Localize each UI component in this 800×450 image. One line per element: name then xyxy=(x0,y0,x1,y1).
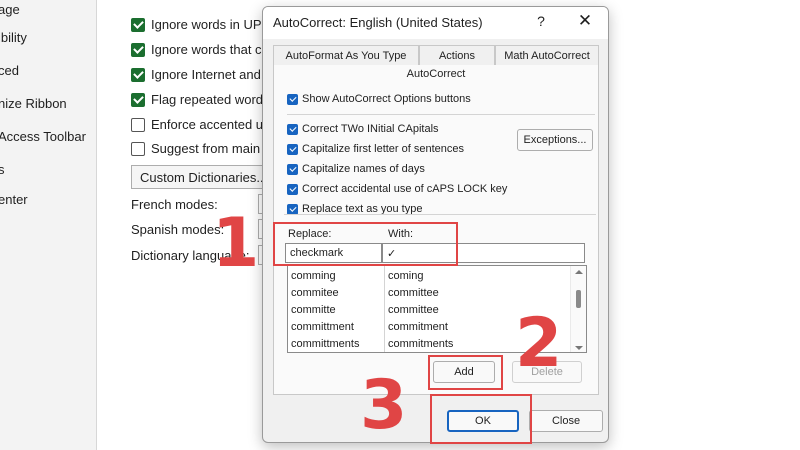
tab-autocorrect[interactable]: AutoCorrect xyxy=(273,65,599,85)
nav-item-quick-access-toolbar[interactable]: Access Toolbar xyxy=(0,129,86,144)
highlight-ok-button xyxy=(430,394,532,444)
tab-autoformat-as-you-type[interactable]: AutoFormat As You Type xyxy=(273,45,419,67)
checkbox-icon[interactable] xyxy=(131,141,145,156)
dialog-title: AutoCorrect: English (United States) xyxy=(273,15,483,30)
highlight-add-button xyxy=(428,355,503,390)
nav-item-advanced[interactable]: ced xyxy=(0,63,19,78)
dialog-titlebar: AutoCorrect: English (United States) ? ✕ xyxy=(263,7,608,39)
correct-two-initial-capitals-checkbox[interactable]: Correct TWo INitial CApitals xyxy=(287,123,439,135)
custom-dictionaries-button[interactable]: Custom Dictionaries... xyxy=(131,165,266,189)
dialog-tabs: AutoFormat As You Type Actions Math Auto… xyxy=(273,45,599,67)
checkbox-icon[interactable] xyxy=(287,123,298,135)
help-icon[interactable]: ? xyxy=(531,13,551,29)
checkbox-icon[interactable] xyxy=(131,67,145,82)
tab-math-autocorrect[interactable]: Math AutoCorrect xyxy=(495,45,599,67)
nav-item-language[interactable]: age xyxy=(0,2,20,17)
list-scrollbar[interactable] xyxy=(570,266,586,352)
scroll-down-icon[interactable] xyxy=(575,346,583,350)
list-item[interactable]: commitee committee xyxy=(288,285,571,302)
bg-option-ignore-internet[interactable]: Ignore Internet and f xyxy=(131,67,268,82)
checkbox-icon[interactable] xyxy=(287,203,298,215)
capitalize-names-of-days-checkbox[interactable]: Capitalize names of days xyxy=(287,163,425,175)
checkbox-icon[interactable] xyxy=(287,93,298,105)
tab-actions[interactable]: Actions xyxy=(419,45,495,67)
capitalize-first-letter-checkbox[interactable]: Capitalize first letter of sentences xyxy=(287,143,464,155)
bg-option-ignore-uppercase[interactable]: Ignore words in UPP xyxy=(131,17,270,32)
list-item[interactable]: comming coming xyxy=(288,268,571,285)
divider xyxy=(287,114,595,115)
show-autocorrect-options-checkbox[interactable]: Show AutoCorrect Options buttons xyxy=(287,93,471,105)
nav-item-accessibility[interactable]: ibility xyxy=(0,30,27,45)
checkbox-icon[interactable] xyxy=(131,42,145,57)
bg-option-ignore-numbers[interactable]: Ignore words that co xyxy=(131,42,269,57)
divider xyxy=(284,214,596,215)
checkbox-icon[interactable] xyxy=(287,183,298,195)
checkbox-icon[interactable] xyxy=(131,17,145,32)
nav-item-customize-ribbon[interactable]: nize Ribbon xyxy=(0,96,67,111)
exceptions-button[interactable]: Exceptions... xyxy=(517,129,593,151)
scroll-up-icon[interactable] xyxy=(575,270,583,274)
step-number-3: 3 xyxy=(360,366,408,445)
checkbox-icon[interactable] xyxy=(287,163,298,175)
scroll-thumb[interactable] xyxy=(576,290,581,308)
nav-item-trust-center[interactable]: enter xyxy=(0,192,28,207)
french-modes-label: French modes: xyxy=(131,197,218,212)
nav-item-add-ins[interactable]: s xyxy=(0,162,5,177)
highlight-replace-fields xyxy=(273,222,458,266)
step-number-1: 1 xyxy=(212,204,260,283)
bg-option-enforce-accented[interactable]: Enforce accented up xyxy=(131,117,270,132)
spanish-modes-label: Spanish modes: xyxy=(131,222,225,237)
options-left-nav: age ibility ced nize Ribbon Access Toolb… xyxy=(0,0,97,450)
close-icon[interactable]: ✕ xyxy=(575,11,595,31)
step-number-2: 2 xyxy=(515,304,563,383)
correct-caps-lock-checkbox[interactable]: Correct accidental use of cAPS LOCK key xyxy=(287,183,507,195)
close-button[interactable]: Close xyxy=(529,410,603,432)
bg-option-flag-repeated[interactable]: Flag repeated words xyxy=(131,92,270,107)
checkbox-icon[interactable] xyxy=(131,92,145,107)
checkbox-icon[interactable] xyxy=(287,143,298,155)
bg-option-suggest-main[interactable]: Suggest from main d xyxy=(131,141,271,156)
checkbox-icon[interactable] xyxy=(131,117,145,132)
